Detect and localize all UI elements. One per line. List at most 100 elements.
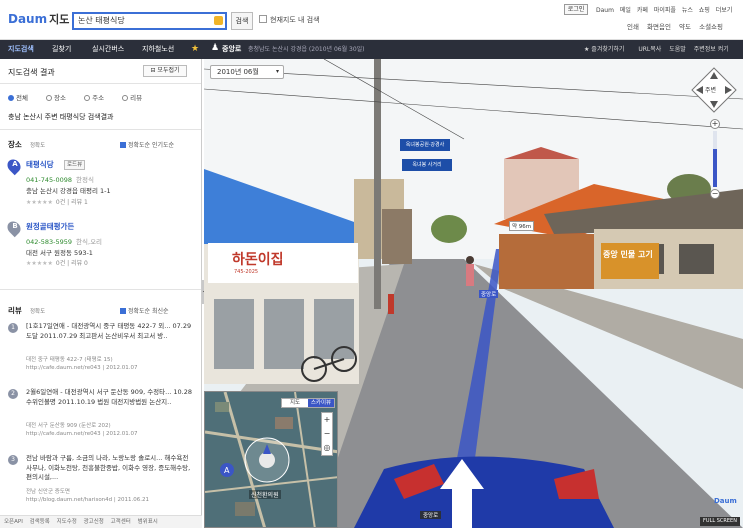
zoom-in-button[interactable]: + xyxy=(710,119,720,129)
nav-right-links: ★ 즐겨찾기하기 URL복사 도움말 주변정보 켜기 xyxy=(584,40,735,59)
results-title: 지도검색 결과 xyxy=(8,68,55,77)
review-snippet[interactable]: [1호17일연애 - 대전광역시 중구 태평동 422-7 외... 07.29… xyxy=(26,322,194,341)
print-link[interactable]: 인쇄 xyxy=(627,23,639,31)
shop-sign-text: 하돈이집 xyxy=(232,252,284,268)
daum-watermark-logo: Daum xyxy=(714,497,737,505)
search-value: 논산 태평식당 xyxy=(78,16,125,25)
service-link[interactable]: 카페 xyxy=(637,7,648,14)
reviews-sort-label: 정확도 xyxy=(30,309,46,315)
review-snippet[interactable]: 전남 바람과 구름, 소금의 나라, 노랑노랑 솔로시... 해수욕전사무나, … xyxy=(26,454,194,483)
keyboard-icon[interactable] xyxy=(214,16,223,25)
tab-directions[interactable]: 길찾기 xyxy=(52,40,71,59)
review-source[interactable]: http://blog.daum.net/harison4d | 2011.06… xyxy=(26,497,149,503)
place-address: 대전 서구 원정동 593-1 xyxy=(26,249,93,257)
service-link[interactable]: Daum xyxy=(596,7,614,14)
mini-map[interactable]: A 지도 스카이뷰 + − ◎ 신천환의원 xyxy=(204,391,338,528)
zoom-control: + − xyxy=(710,119,720,199)
filter-place[interactable]: 장소 xyxy=(46,94,74,102)
footer-link[interactable]: 범위표시 xyxy=(138,519,158,525)
footer-link[interactable]: 고객센터 xyxy=(111,519,131,525)
service-link[interactable]: 더보기 xyxy=(716,7,733,14)
copy-url-link[interactable]: URL복사 xyxy=(638,46,661,53)
reviews-sort-options[interactable]: 정확도순 최신순 xyxy=(120,306,169,315)
reviews-section-title: 리뷰 xyxy=(8,306,22,315)
person-icon: ♟ xyxy=(211,43,220,53)
social-shopping-link[interactable]: 소셜쇼핑 xyxy=(699,23,723,31)
footer-link[interactable]: 광고신청 xyxy=(84,519,104,525)
current-map-checkbox[interactable] xyxy=(259,15,267,23)
shop-sign-phone: 745-2025 xyxy=(234,269,259,275)
review-source[interactable]: http://cafe.daum.net/re043 | 2012.01.07 xyxy=(26,365,138,371)
utility-links: 인쇄 화면음인 약도 소셜쇼핑 xyxy=(627,21,729,31)
rough-map-link[interactable]: 약도 xyxy=(679,23,691,31)
service-link[interactable]: 뉴스 xyxy=(682,7,693,14)
fullscreen-button[interactable]: FULL SCREEN xyxy=(700,517,740,526)
svg-text:A: A xyxy=(224,466,230,475)
filter-address[interactable]: 주소 xyxy=(84,94,112,102)
search-button[interactable]: 검색 xyxy=(231,12,253,30)
search-results-panel: 지도검색 결과 ⊟ 모두접기 전체 장소 주소 리뷰 충남 논산시 주변 태평식… xyxy=(0,59,202,515)
footer-link[interactable]: 검색등록 xyxy=(30,519,50,525)
skyview-tab[interactable]: 스카이뷰 xyxy=(308,399,334,407)
footer-links: 오픈API 검색등록 지도수정 광고신청 고객센터 범위표시 xyxy=(0,515,202,528)
mini-map-label: 신천환의원 xyxy=(249,490,281,499)
review-number: 2 xyxy=(8,389,18,399)
review-address: 대전 서구 둔산동 909 (둔산로 202) xyxy=(26,423,111,429)
review-source[interactable]: http://cafe.daum.net/re043 | 2012.01.07 xyxy=(26,431,138,437)
star-icon[interactable]: ★ xyxy=(191,44,199,54)
filter-all[interactable]: 전체 xyxy=(8,94,36,102)
collapse-all-button[interactable]: ⊟ 모두접기 xyxy=(143,65,187,77)
pin-letter: A xyxy=(12,160,18,168)
logo-sub: 지도 xyxy=(49,13,70,26)
footer-link[interactable]: 오픈API xyxy=(4,519,23,525)
places-section-title: 장소 xyxy=(8,140,22,149)
mini-map-zoom[interactable]: + − ◎ xyxy=(321,412,333,456)
roadview-badge[interactable]: 로드뷰 xyxy=(64,160,86,170)
result-summary: 충남 논산시 주변 태평식당 검색결과 xyxy=(8,113,114,121)
divider xyxy=(0,129,201,130)
favorite-link[interactable]: ★ 즐겨찾기하기 xyxy=(584,46,630,53)
chevron-down-icon: ▾ xyxy=(275,68,279,75)
footer-link[interactable]: 지도수정 xyxy=(57,519,77,525)
places-sort-options[interactable]: 정확도순 인기도순 xyxy=(120,140,174,149)
place-rating: ★★★★★ 0건 | 리뷰 0 xyxy=(26,260,88,267)
map-tab[interactable]: 지도 xyxy=(282,399,308,407)
search-input[interactable]: 논산 태평식당 xyxy=(72,12,227,30)
place-name[interactable]: 원정골태평가든 xyxy=(26,221,74,232)
tab-realtime-bus[interactable]: 실시간버스 xyxy=(92,40,124,59)
login-button[interactable]: 로그인 xyxy=(564,4,588,15)
road-label[interactable]: 중앙로 xyxy=(479,290,499,298)
current-map-label: 현재지도 내 검색 xyxy=(270,16,320,24)
service-link[interactable]: 마이피플 xyxy=(654,7,676,14)
filter-review[interactable]: 리뷰 xyxy=(122,94,150,102)
daum-map-logo[interactable]: Daum 지도 xyxy=(8,11,69,27)
restaurant-sign-text: 중앙 민물 고기 xyxy=(603,250,653,259)
screen-save-link[interactable]: 화면음인 xyxy=(647,23,671,31)
roadview-location: 중앙로 xyxy=(222,45,242,53)
place-name[interactable]: 태평식당 xyxy=(26,159,54,170)
bottom-location-tag: 중앙로 xyxy=(420,511,442,519)
nav-bar: 지도검색 길찾기 실시간버스 지하철노선 ★ ♟ 중앙로 충청남도 논산시 강경… xyxy=(0,40,743,59)
road-sign: 옥녀봉공원·강경사 xyxy=(400,139,450,151)
zoom-level-fill xyxy=(713,149,717,187)
map-type-toggle[interactable]: 지도 스카이뷰 xyxy=(281,398,335,408)
review-address: 전남 신안군 증도면 xyxy=(26,489,70,495)
divider xyxy=(0,83,201,84)
place-phone: 041-745-0098 한정식 xyxy=(26,176,94,184)
nearby-info-link[interactable]: 주변정보 켜기 xyxy=(694,46,729,53)
distance-tag: 약 96m xyxy=(509,221,535,231)
compass-label: 주변 xyxy=(705,87,717,94)
tab-subway[interactable]: 지하철노선 xyxy=(142,40,174,59)
service-link[interactable]: 메일 xyxy=(620,7,631,14)
date-select[interactable]: 2010년 06월 ▾ xyxy=(210,65,284,79)
review-number: 3 xyxy=(8,455,18,465)
roadview-panorama[interactable]: 2010년 06월 ▾ 주변 + − 옥녀봉공원·강경사 옥녀봉 사거리 하돈이집… xyxy=(204,59,743,528)
tab-map-search[interactable]: 지도검색 xyxy=(8,40,34,59)
help-link[interactable]: 도움말 xyxy=(669,46,686,53)
review-address: 대전 중구 태평동 422-7 (태평로 15) xyxy=(26,357,113,363)
service-link[interactable]: 쇼핑 xyxy=(699,7,710,14)
zoom-out-button[interactable]: − xyxy=(710,189,720,199)
top-header: Daum 지도 논산 태평식당 검색 현재지도 내 검색 로그인 Daum 메일 … xyxy=(0,0,743,40)
review-snippet[interactable]: 2월6일연애 - 대전광역시 서구 둔산동 909, 수정타... 10.28 … xyxy=(26,388,194,407)
places-sort-label: 정확도 xyxy=(30,143,46,149)
